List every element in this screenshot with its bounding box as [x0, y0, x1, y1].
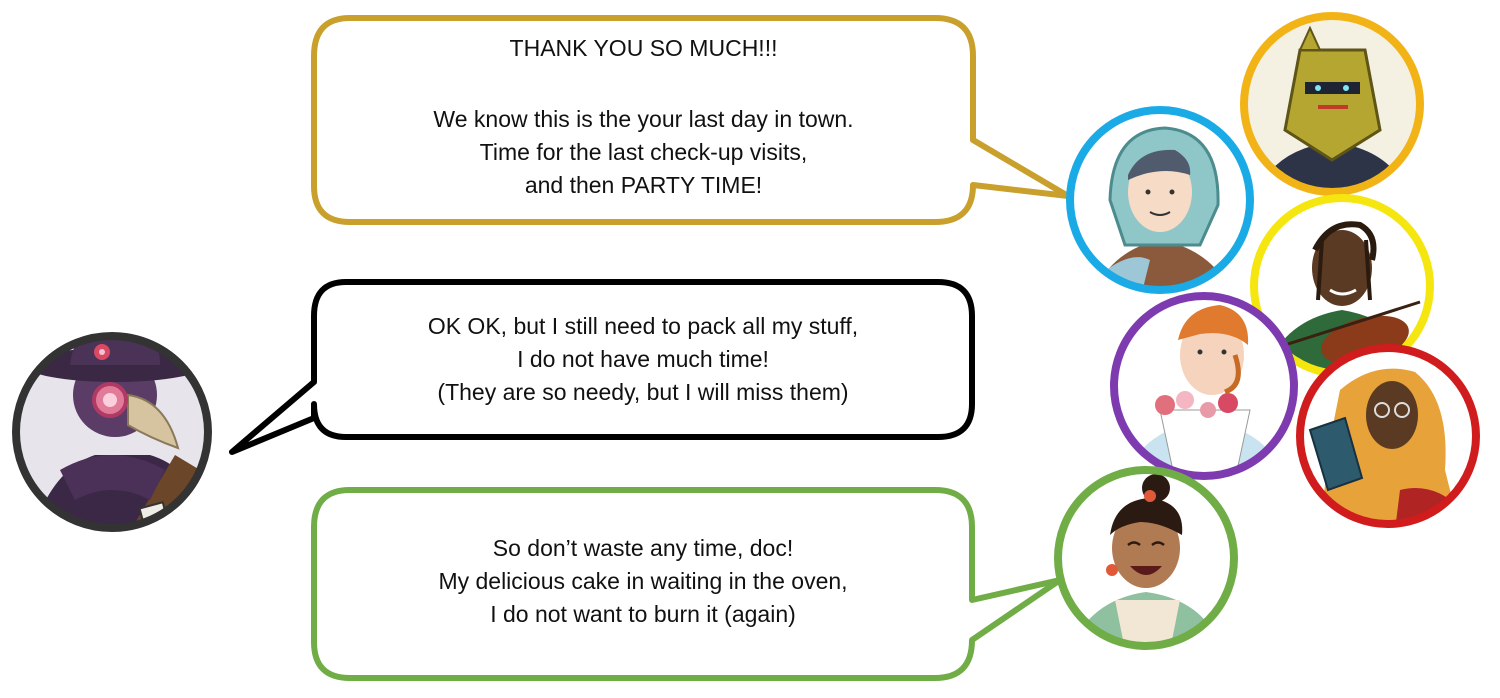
portrait-florist [1110, 292, 1298, 480]
dialogue-line: (They are so needy, but I will miss them… [437, 379, 849, 405]
dialogue-line: Time for the last check-up visits, [479, 139, 808, 165]
dialogue-bottom-text: So don’t waste any time, doc! My delicio… [314, 532, 972, 631]
dialogue-line: and then PARTY TIME! [524, 172, 763, 198]
dialogue-line: My delicious cake in waiting in the oven… [438, 568, 848, 594]
portrait-knight [1240, 12, 1424, 196]
dialogue-line: So don’t waste any time, doc! [492, 535, 794, 561]
portrait-scholar [1296, 344, 1480, 528]
portrait-plague-doctor [12, 332, 212, 532]
dialogue-middle-text: OK OK, but I still need to pack all my s… [314, 310, 972, 409]
portrait-hooded-youth [1066, 106, 1254, 294]
dialogue-line: THANK YOU SO MUCH!!! [509, 35, 778, 61]
dialogue-line [314, 65, 973, 103]
dialogue-line: I do not want to burn it (again) [490, 601, 796, 627]
dialogue-line: I do not have much time! [517, 346, 769, 372]
dialogue-line: We know this is the your last day in tow… [433, 106, 854, 132]
dialogue-top-text: THANK YOU SO MUCH!!! We know this is the… [314, 32, 973, 202]
dialogue-scene: THANK YOU SO MUCH!!! We know this is the… [0, 0, 1500, 693]
dialogue-line: OK OK, but I still need to pack all my s… [427, 313, 859, 339]
portrait-baker [1054, 466, 1238, 650]
